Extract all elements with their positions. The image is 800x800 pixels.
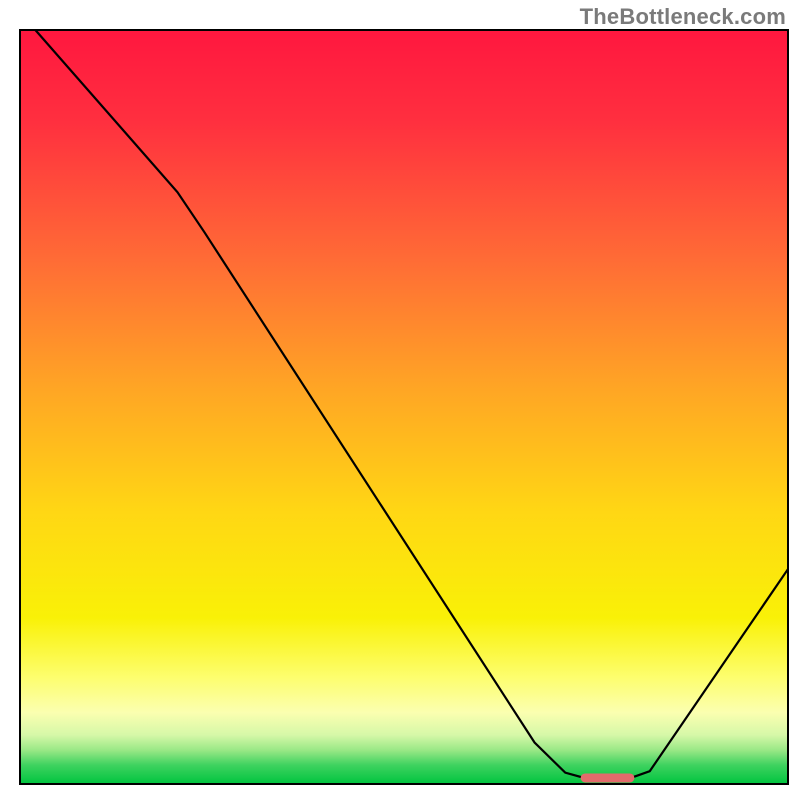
chart-canvas xyxy=(0,0,800,800)
bottleneck-chart: TheBottleneck.com xyxy=(0,0,800,800)
optimal-range-marker xyxy=(581,773,635,782)
attribution-label: TheBottleneck.com xyxy=(580,4,786,30)
